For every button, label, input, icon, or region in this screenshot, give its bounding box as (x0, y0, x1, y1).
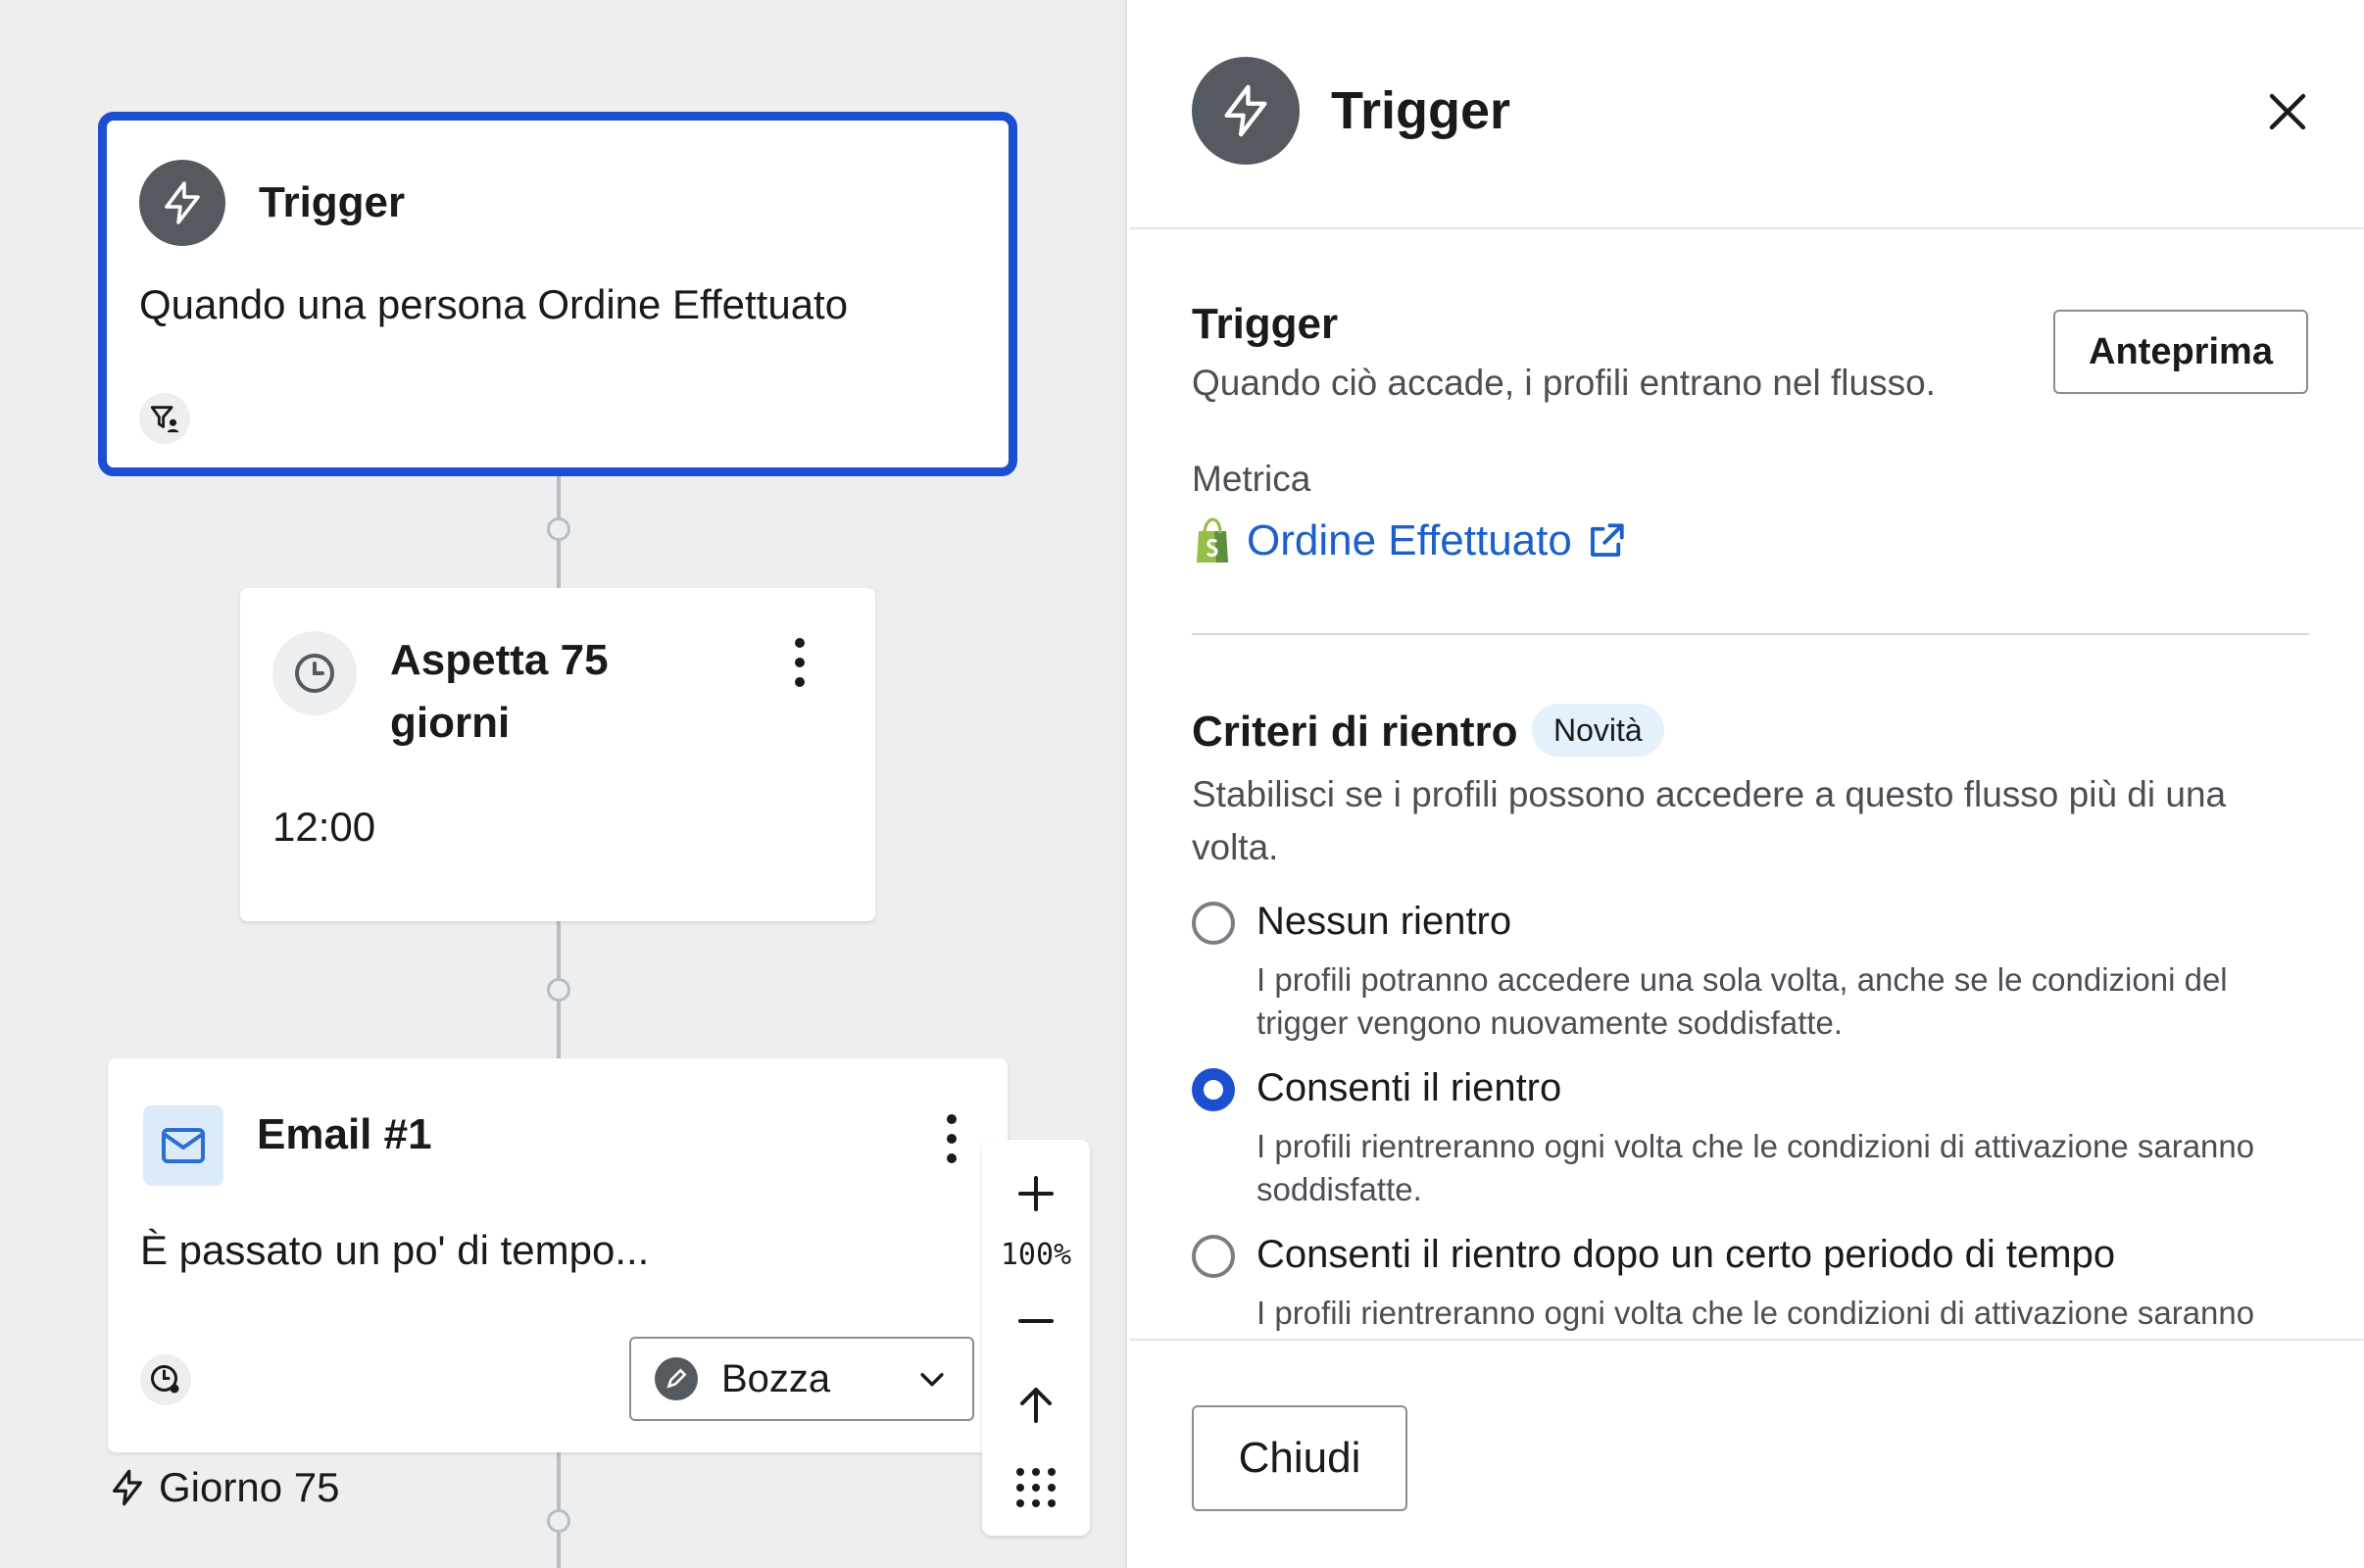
pencil-icon (655, 1357, 698, 1400)
option-allow-reentry-desc-line1: I profili rientreranno ogni volta che le… (1256, 1128, 2255, 1164)
option-no-reentry-desc-line1: I profili potranno accedere una sola vol… (1256, 961, 2228, 998)
radio-allow-reentry[interactable] (1192, 1068, 1235, 1111)
option-allow-reentry-desc-line2: soddisfatte. (1256, 1171, 1422, 1207)
trigger-section-description: Quando ciò accade, i profili entrano nel… (1192, 363, 1936, 403)
close-button[interactable]: Chiudi (1192, 1405, 1407, 1511)
zoom-out-button[interactable] (982, 1287, 1090, 1355)
connector-port[interactable] (547, 1509, 570, 1533)
status-select[interactable]: Bozza (629, 1337, 974, 1421)
fit-to-top-button[interactable] (982, 1371, 1090, 1440)
new-badge: Novità (1532, 704, 1664, 757)
section-divider (1192, 633, 2309, 635)
email-node[interactable]: Email #1 È passato un po' di tempo... Bo… (108, 1058, 1008, 1452)
reentry-description-line2: volta. (1192, 827, 1279, 867)
wait-node-time: 12:00 (272, 804, 376, 850)
filter-person-icon[interactable] (139, 393, 190, 444)
zoom-level: 100% (1000, 1238, 1072, 1272)
trigger-node-description: Quando una persona Ordine Effettuato (139, 281, 849, 327)
preview-button[interactable]: Anteprima (2053, 310, 2308, 394)
clock-icon (272, 631, 357, 715)
close-panel-button[interactable] (2258, 82, 2317, 141)
wait-node[interactable]: Aspetta 75 giorni 12:00 (240, 588, 875, 921)
trigger-node-title: Trigger (259, 178, 406, 226)
flow-canvas[interactable]: Trigger Quando una persona Ordine Effett… (0, 0, 1127, 1568)
connector-port[interactable] (547, 517, 570, 541)
wait-node-menu-button[interactable] (780, 633, 819, 692)
wait-node-title-line2: giorni (390, 699, 511, 747)
trigger-node[interactable]: Trigger Quando una persona Ordine Effett… (98, 112, 1017, 476)
app-root: Trigger Quando una persona Ordine Effett… (0, 0, 2364, 1568)
status-label: Bozza (721, 1356, 831, 1400)
grid-dots-icon (1016, 1468, 1056, 1507)
trigger-settings-panel: Trigger Trigger Quando ciò accade, i pro… (1129, 0, 2364, 1568)
mail-icon (143, 1105, 223, 1186)
panel-footer: Chiudi (1129, 1339, 2364, 1568)
option-reentry-after-period-desc-line1: I profili rientreranno ogni volta che le… (1256, 1295, 2255, 1331)
email-node-title: Email #1 (257, 1110, 432, 1158)
lightning-icon (1192, 57, 1300, 165)
panel-scroll-area[interactable]: Trigger Quando ciò accade, i profili ent… (1129, 231, 2364, 1339)
radio-no-reentry[interactable] (1192, 902, 1235, 945)
metric-link[interactable]: Ordine Effettuato (1192, 512, 1627, 570)
option-no-reentry-label[interactable]: Nessun rientro (1256, 900, 1511, 944)
shopify-bag-icon (1192, 517, 1233, 564)
lightning-icon (108, 1466, 147, 1509)
option-reentry-after-period-label[interactable]: Consenti il rientro dopo un certo period… (1256, 1233, 2115, 1277)
day-label: Giorno 75 (108, 1464, 339, 1511)
metric-link-text[interactable]: Ordine Effettuato (1247, 516, 1572, 565)
grid-toggle-button[interactable] (982, 1453, 1090, 1522)
option-no-reentry-desc-line2: trigger vengono nuovamente soddisfatte. (1256, 1004, 1844, 1041)
minus-icon (1018, 1319, 1054, 1323)
close-icon (2269, 93, 2306, 130)
reentry-description-line1: Stabilisci se i profili possono accedere… (1192, 774, 2227, 814)
panel-title: Trigger (1331, 81, 1511, 140)
plus-icon (1018, 1176, 1054, 1211)
reentry-section-title: Criteri di rientro (1192, 708, 1518, 756)
lightning-icon (139, 160, 225, 246)
trigger-section-title: Trigger (1192, 300, 1339, 348)
radio-reentry-after-period[interactable] (1192, 1235, 1235, 1278)
connector-port[interactable] (547, 978, 570, 1002)
chevron-down-icon (915, 1362, 949, 1396)
panel-header: Trigger (1129, 0, 2364, 229)
wait-node-title-line1: Aspetta 75 (390, 636, 609, 684)
day-label-text: Giorno 75 (159, 1464, 340, 1510)
external-link-icon (1586, 520, 1627, 562)
email-node-menu-button[interactable] (932, 1109, 971, 1168)
zoom-controls: 100% (982, 1140, 1090, 1536)
email-node-subject: È passato un po' di tempo... (140, 1227, 650, 1273)
metric-label: Metrica (1192, 459, 1311, 499)
zoom-in-button[interactable] (982, 1159, 1090, 1228)
arrow-up-icon (1020, 1388, 1052, 1423)
clock-settings-icon[interactable] (140, 1354, 191, 1405)
option-allow-reentry-label[interactable]: Consenti il rientro (1256, 1066, 1561, 1110)
